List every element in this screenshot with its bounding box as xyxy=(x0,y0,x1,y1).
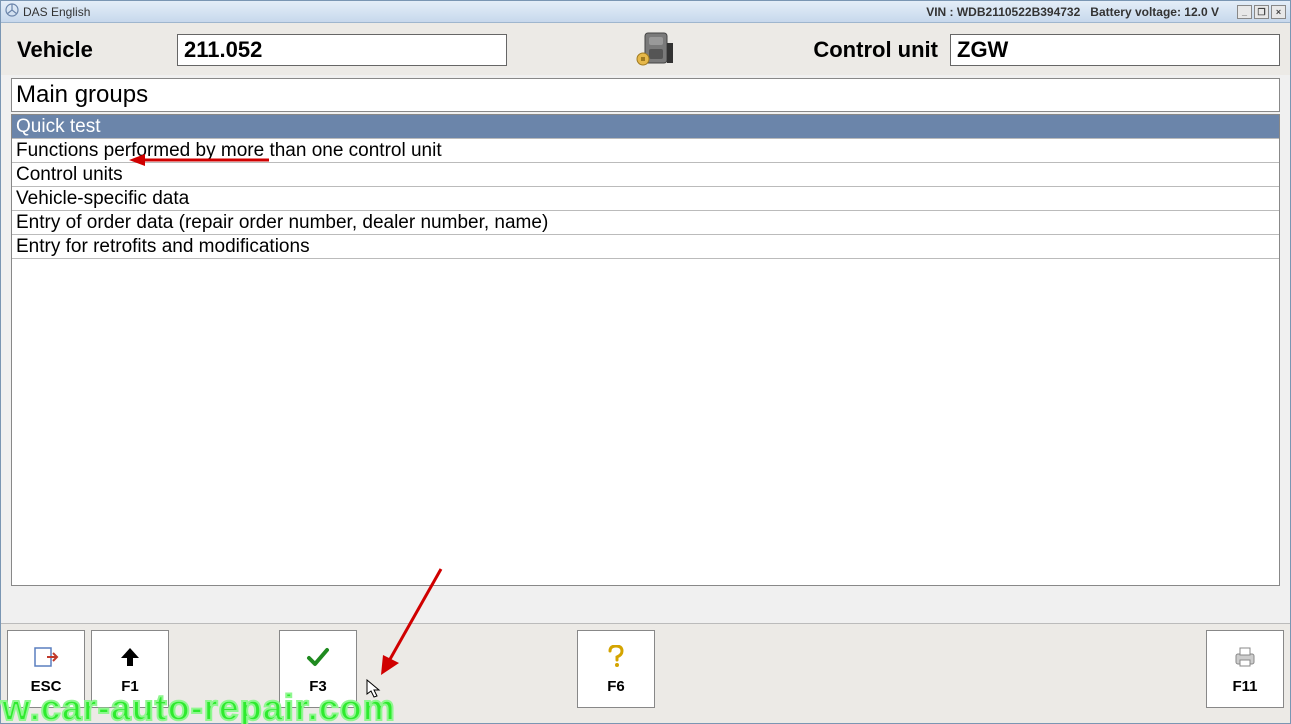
mercedes-logo-icon xyxy=(5,3,19,20)
f11-label: F11 xyxy=(1232,678,1257,695)
exit-icon xyxy=(33,644,59,670)
list-item-quick-test[interactable]: Quick test xyxy=(12,115,1279,139)
list-item-functions-multiple-cu[interactable]: Functions performed by more than one con… xyxy=(12,139,1279,163)
help-icon xyxy=(605,644,627,670)
battery-voltage-label: Battery voltage: 12.0 V xyxy=(1090,5,1219,19)
list-item-vehicle-specific-data[interactable]: Vehicle-specific data xyxy=(12,187,1279,211)
section-title: Main groups xyxy=(11,78,1280,112)
engine-connector-icon xyxy=(513,29,798,71)
title-bar: DAS English VIN : WDB2110522B394732 Batt… xyxy=(1,1,1290,23)
f6-button[interactable]: F6 xyxy=(577,630,655,708)
up-arrow-icon xyxy=(119,644,141,670)
print-icon xyxy=(1232,644,1258,670)
f11-button[interactable]: F11 xyxy=(1206,630,1284,708)
app-title: DAS English xyxy=(23,5,90,19)
checkmark-icon xyxy=(306,644,330,670)
header-bar: Vehicle 211.052 Control unit ZGW xyxy=(1,23,1290,75)
vehicle-field[interactable]: 211.052 xyxy=(177,34,507,66)
list-item-control-units[interactable]: Control units xyxy=(12,163,1279,187)
f6-label: F6 xyxy=(607,678,625,695)
vehicle-label: Vehicle xyxy=(11,37,171,63)
maximize-button[interactable]: ❐ xyxy=(1254,5,1269,19)
main-groups-list: Quick test Functions performed by more t… xyxy=(11,114,1280,586)
close-button[interactable]: × xyxy=(1271,5,1286,19)
control-unit-label: Control unit xyxy=(804,37,944,63)
minimize-button[interactable]: _ xyxy=(1237,5,1252,19)
list-item-entry-retrofits[interactable]: Entry for retrofits and modifications xyxy=(12,235,1279,259)
vin-label: VIN : WDB2110522B394732 xyxy=(926,5,1080,19)
watermark-text: vw.car-auto-repair.com xyxy=(0,687,396,724)
app-window: DAS English VIN : WDB2110522B394732 Batt… xyxy=(0,0,1291,724)
list-item-entry-order-data[interactable]: Entry of order data (repair order number… xyxy=(12,211,1279,235)
control-unit-field[interactable]: ZGW xyxy=(950,34,1280,66)
